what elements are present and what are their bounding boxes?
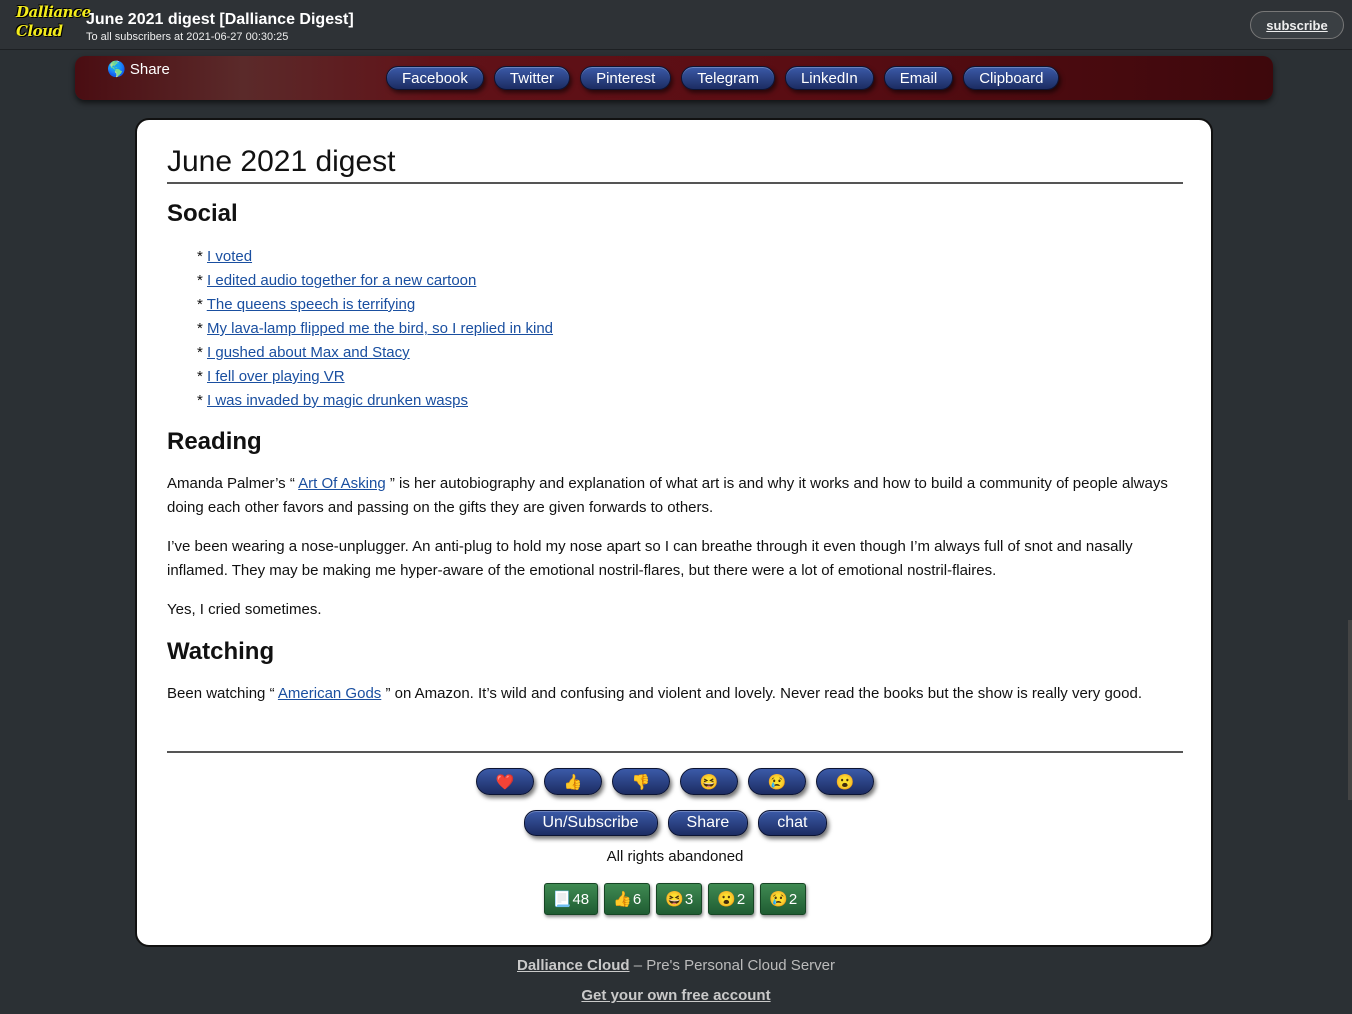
footer-description: – Pre's Personal Cloud Server [629, 957, 835, 974]
social-link[interactable]: The queens speech is terrifying [207, 296, 415, 313]
cry-reaction-button[interactable]: 😢 [748, 768, 806, 795]
social-link[interactable]: My lava-lamp flipped me the bird, so I r… [207, 320, 553, 337]
social-heading: Social [167, 200, 238, 227]
social-link[interactable]: I gushed about Max and Stacy [207, 344, 410, 361]
thumbs-down-reaction-button[interactable]: 👎 [612, 768, 670, 795]
reading-paragraph-2: I’ve been wearing a nose-unplugger. An a… [167, 538, 1133, 579]
chat-button[interactable]: chat [758, 810, 827, 836]
heart-reaction-button[interactable]: ❤️ [476, 768, 534, 795]
share-email-button[interactable]: Email [883, 66, 954, 90]
share-clipboard-button[interactable]: Clipboard [963, 66, 1060, 90]
dalliance-cloud-link[interactable]: Dalliance Cloud [517, 957, 630, 974]
list-item: * I voted [197, 248, 253, 265]
thumbs-up-reaction-button[interactable]: 👍 [544, 768, 602, 795]
list-item: * I fell over playing VR [197, 368, 345, 385]
laugh-icon: 😆 [665, 891, 684, 908]
action-buttons: Un/Subscribe Share chat [167, 810, 1183, 836]
text-span: ” on Amazon. It’s wild and confusing and… [381, 685, 1142, 702]
social-link[interactable]: I was invaded by magic drunken wasps [207, 392, 468, 409]
american-gods-link[interactable]: American Gods [278, 685, 381, 702]
list-item: * My lava-lamp flipped me the bird, so I… [197, 320, 554, 337]
share-twitter-button[interactable]: Twitter [493, 66, 571, 90]
reading-paragraph-3: Yes, I cried sometimes. [167, 601, 322, 618]
page-icon: 📃 [552, 891, 572, 908]
logo-line-1: Dalliance [16, 3, 91, 21]
text-span: Been watching “ [167, 685, 278, 702]
stat-views: 📃 48 [543, 883, 599, 915]
social-link[interactable]: I voted [207, 248, 252, 265]
art-of-asking-link[interactable]: Art Of Asking [298, 475, 386, 492]
logo-line-2: Cloud [16, 22, 63, 40]
watching-paragraph: Been watching “ American Gods ” on Amazo… [167, 682, 1183, 706]
article-card: June 2021 digest Social * I voted * I ed… [135, 118, 1213, 947]
rights-text: All rights abandoned [606, 848, 744, 865]
divider [167, 751, 1183, 753]
top-header: Dalliance Cloud June 2021 digest [Dallia… [0, 0, 1352, 50]
reading-paragraph-1: Amanda Palmer’s “ Art Of Asking ” is her… [167, 472, 1183, 520]
watching-heading: Watching [167, 638, 275, 665]
share-label: 🌎 Share [107, 61, 170, 78]
page-subtitle: To all subscribers at 2021-06-27 00:30:2… [86, 31, 289, 43]
thumbs-up-icon: 👍 [613, 891, 632, 908]
share-linkedin-button[interactable]: LinkedIn [784, 66, 874, 90]
site-logo[interactable]: Dalliance Cloud [16, 3, 91, 43]
stat-cry: 😢 2 [760, 883, 807, 915]
stat-count: 48 [572, 890, 590, 908]
stat-count: 2 [736, 890, 746, 908]
stat-laugh: 😆 3 [656, 883, 703, 915]
article-title: June 2021 digest [167, 145, 1183, 184]
share-telegram-button[interactable]: Telegram [681, 66, 775, 90]
list-item: * I was invaded by magic drunken wasps [197, 392, 468, 409]
cry-icon: 😢 [769, 891, 788, 908]
share-button[interactable]: Share [667, 810, 749, 836]
share-pinterest-button[interactable]: Pinterest [580, 66, 672, 90]
stat-count: 2 [788, 890, 798, 908]
list-item: * I edited audio together for a new cart… [197, 272, 477, 289]
stats-bar: 📃 48 👍 6 😆 3 😮 2 😢 2 [167, 883, 1183, 915]
share-buttons: Facebook Twitter Pinterest Telegram Link… [386, 66, 1060, 90]
free-account-link[interactable]: Get your own free account [581, 987, 770, 1004]
social-link[interactable]: I edited audio together for a new cartoo… [207, 272, 476, 289]
scrollbar[interactable] [1348, 620, 1352, 800]
text-span: Amanda Palmer’s “ [167, 475, 299, 492]
stat-count: 6 [632, 890, 642, 908]
reaction-buttons: ❤️ 👍 👎 😆 😢 😮 [167, 768, 1183, 795]
unsubscribe-button[interactable]: Un/Subscribe [523, 810, 658, 836]
laugh-reaction-button[interactable]: 😆 [680, 768, 738, 795]
stat-count: 3 [684, 890, 694, 908]
footer-account-line: Get your own free account [0, 987, 1352, 1004]
page-title: June 2021 digest [Dalliance Digest] [86, 11, 354, 28]
wow-reaction-button[interactable]: 😮 [816, 768, 874, 795]
social-list: * I voted * I edited audio together for … [197, 245, 553, 413]
wow-icon: 😮 [717, 891, 736, 908]
stat-thumbs-up: 👍 6 [604, 883, 651, 915]
reading-heading: Reading [167, 428, 262, 455]
share-facebook-button[interactable]: Facebook [386, 66, 484, 90]
subscribe-button[interactable]: subscribe [1250, 11, 1344, 39]
list-item: * I gushed about Max and Stacy [197, 344, 410, 361]
list-item: * The queens speech is terrifying [197, 296, 416, 313]
footer-site-line: Dalliance Cloud – Pre's Personal Cloud S… [0, 957, 1352, 974]
social-link[interactable]: I fell over playing VR [207, 368, 345, 385]
stat-wow: 😮 2 [708, 883, 755, 915]
